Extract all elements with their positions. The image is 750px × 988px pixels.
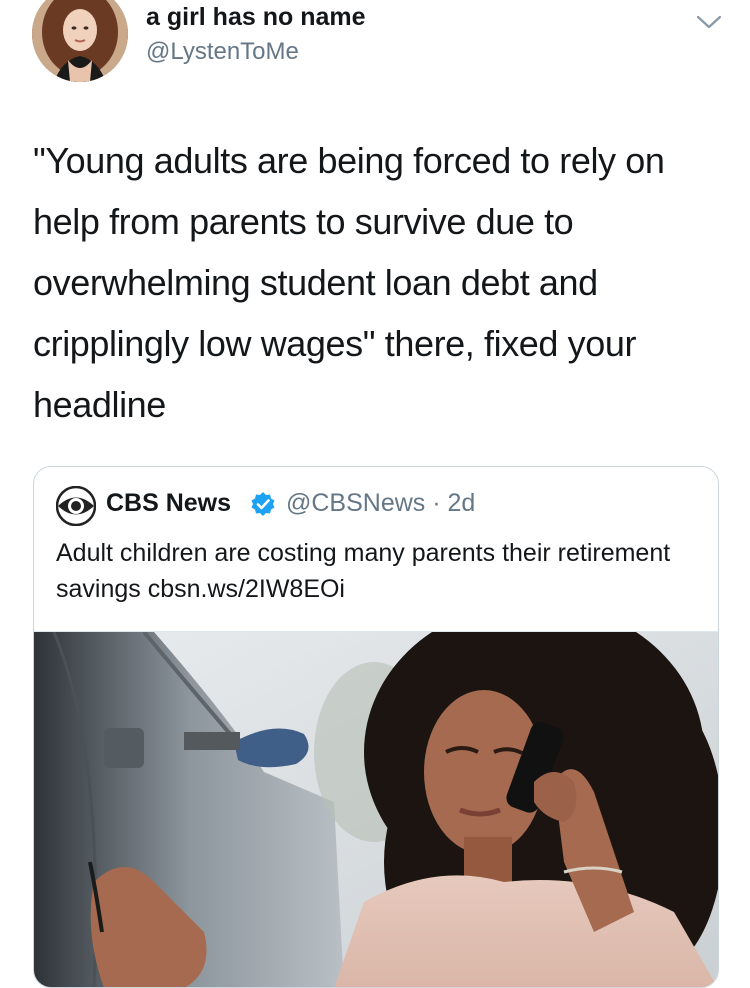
quoted-author-name[interactable]: CBS News: [106, 489, 231, 518]
quoted-tweet-card[interactable]: CBS News @CBSNews · 2d Adult children ar…: [33, 466, 719, 988]
quoted-tweet-photo[interactable]: [34, 631, 718, 987]
verified-badge-icon: [250, 491, 276, 517]
cbs-eye-logo: [55, 485, 97, 527]
display-name[interactable]: a girl has no name: [146, 3, 366, 32]
chevron-down-icon[interactable]: [696, 12, 722, 32]
user-handle[interactable]: @LystenToMe: [146, 38, 299, 66]
quoted-handle-time: @CBSNews · 2d: [286, 489, 476, 517]
quoted-tweet-text[interactable]: Adult children are costing many parents …: [56, 535, 696, 607]
tweet-text: "Young adults are being forced to rely o…: [33, 140, 665, 425]
avatar[interactable]: [32, 0, 128, 82]
